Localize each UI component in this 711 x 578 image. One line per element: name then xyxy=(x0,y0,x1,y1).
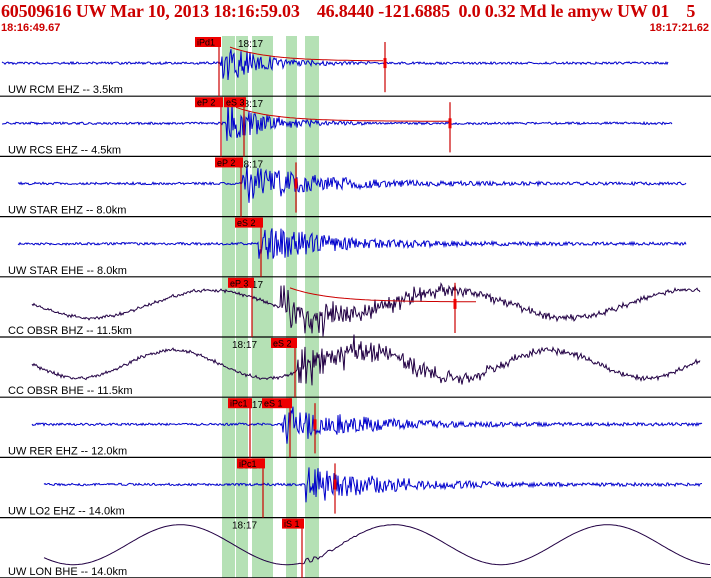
coda-end-handle[interactable] xyxy=(453,298,457,309)
event-header: 60509616 UW Mar 10, 2013 18:16:59.03 46.… xyxy=(0,0,711,36)
phase-pick-label: eP 2 xyxy=(197,98,215,108)
time-tick-label: 18:17 xyxy=(232,340,257,351)
waveform-trace[interactable] xyxy=(43,467,703,503)
trace-row-rcs-ehz[interactable]: 18:17eP 2 eS 3UW RCS EHZ -- 4.5km xyxy=(0,97,711,158)
waveform-trace[interactable] xyxy=(31,334,701,386)
phase-pick-label: iS 1 xyxy=(284,519,300,529)
waveform-trace[interactable] xyxy=(17,228,687,260)
phase-pick-label: eS 2 xyxy=(237,218,256,228)
station-label: UW LO2 EHZ -- 14.0km xyxy=(8,506,125,518)
station-label: UW LON BHE -- 14.0km xyxy=(8,566,127,578)
station-label: UW RCM EHZ -- 3.5km xyxy=(8,84,123,96)
phase-pick-label: eS 1 xyxy=(264,399,283,409)
waveform-trace[interactable] xyxy=(2,101,673,141)
event-title: 60509616 UW Mar 10, 2013 18:16:59.03 46.… xyxy=(1,1,696,21)
trace-row-rcm-ehz[interactable]: 18:17 iPd1 UW RCM EHZ -- 3.5km xyxy=(0,37,711,97)
station-label: CC OBSR BHE -- 11.5km xyxy=(8,385,133,397)
station-label: CC OBSR BHZ -- 11.5km xyxy=(8,325,132,337)
phase-pick-label: eP 3 xyxy=(230,278,248,288)
phase-pick-label: eS 2 xyxy=(273,339,292,349)
trace-row-lo2-ehz[interactable]: 18:17iPc1UW LO2 EHZ -- 14.0km xyxy=(0,458,711,519)
trace-row-rer-ehz[interactable]: 18:17iPc1eS 1UW RER EHZ -- 12.0km xyxy=(0,398,711,458)
phase-pick-label: iPc1 xyxy=(230,399,248,409)
phase-pick-label: iPc1 xyxy=(239,459,257,469)
coda-end-handle[interactable] xyxy=(383,58,387,69)
waveform-trace[interactable] xyxy=(31,406,703,444)
station-label: UW STAR EHE -- 8.0km xyxy=(8,265,127,277)
coda-end-handle[interactable] xyxy=(448,118,452,129)
trace-row-lon-bhe[interactable]: 18:17 iS 1 UW LON BHE -- 14.0km xyxy=(0,518,711,578)
waveform-trace[interactable] xyxy=(1,48,669,81)
waveform-trace[interactable] xyxy=(31,282,701,337)
phase-pick-label: iPd1 xyxy=(197,38,215,48)
phase-pick-label: eS 3 xyxy=(226,98,245,108)
end-time: 18:17:21.62 xyxy=(649,22,709,34)
coda-end-handle[interactable] xyxy=(294,178,298,189)
trace-row-star-ehe[interactable]: 18:17eS 2UW STAR EHE -- 8.0km xyxy=(0,217,711,278)
time-tick-label: 18:17 xyxy=(232,521,257,532)
start-time: 18:16:49.67 xyxy=(1,22,61,34)
time-tick-label: 18:17 xyxy=(238,39,263,50)
coda-end-handle[interactable] xyxy=(313,419,317,430)
trace-row-star-ehz[interactable]: 18:17eP 2UW STAR EHZ -- 8.0km xyxy=(0,157,711,218)
trace-row-obsr-bhz[interactable]: 18:17eP 3CC OBSR BHZ -- 11.5km xyxy=(0,277,711,338)
waveform-trace[interactable] xyxy=(43,524,711,566)
waveform-trace[interactable] xyxy=(17,165,687,203)
coda-end-handle[interactable] xyxy=(333,479,337,490)
analysis-window-band xyxy=(305,36,319,578)
seismogram-panel[interactable]: 18:17 iPd1 UW RCM EHZ -- 3.5km 18:17 eP 2 eS … xyxy=(0,36,711,578)
station-label: UW RCS EHZ -- 4.5km xyxy=(8,144,121,156)
station-label: UW STAR EHZ -- 8.0km xyxy=(8,205,126,217)
station-label: UW RER EHZ -- 12.0km xyxy=(8,445,127,457)
trace-row-obsr-bhe[interactable]: 18:17 eS 2 CC OBSR BHE -- 11.5km xyxy=(0,334,711,398)
phase-pick-label: eP 2 xyxy=(217,158,235,168)
